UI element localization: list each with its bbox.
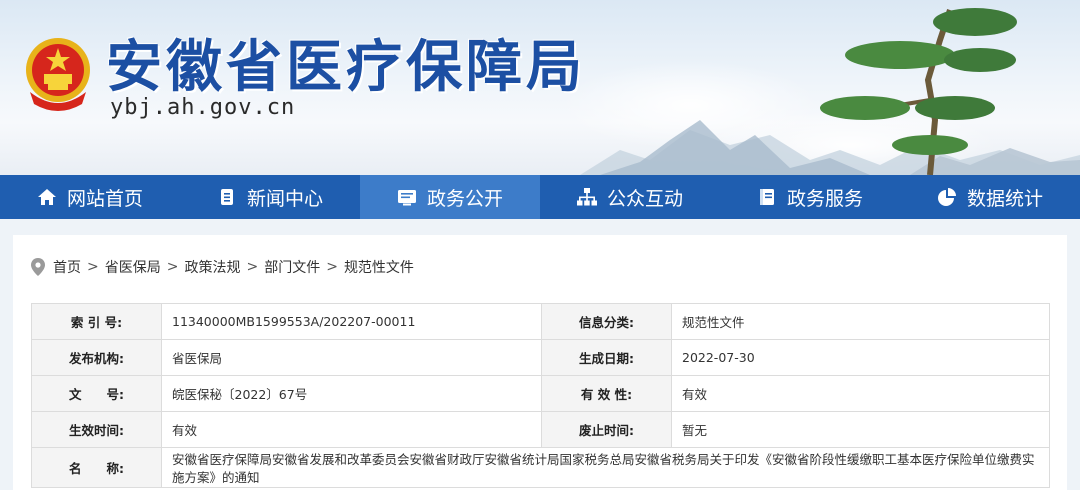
- doc-name-value: 安徽省医疗保障局安徽省发展和改革委员会安徽省财政厅安徽省统计局国家税务总局安徽省…: [161, 447, 1050, 488]
- document-metadata-table: 索 引 号: 11340000MB1599553A/202207-00011 信…: [31, 303, 1050, 488]
- nav-item-label: 数据统计: [966, 187, 1043, 210]
- nav-item-interaction[interactable]: 公众互动: [540, 175, 720, 219]
- nav-item-label: 政务服务: [786, 187, 863, 210]
- metadata-row: 索 引 号: 11340000MB1599553A/202207-00011 信…: [31, 303, 1050, 340]
- metadata-row: 生效时间: 有效 废止时间: 暂无: [31, 411, 1050, 448]
- breadcrumb-link-bureau[interactable]: 省医保局: [105, 257, 161, 277]
- index-number-value: 11340000MB1599553A/202207-00011: [161, 303, 542, 340]
- nav-item-label: 新闻中心: [246, 187, 323, 210]
- content-panel: 首页 > 省医保局 > 政策法规 > 部门文件 > 规范性文件 索 引 号: 1…: [13, 235, 1067, 490]
- pie-chart-icon: [937, 188, 956, 206]
- breadcrumb-separator: >: [87, 259, 99, 275]
- repeal-time-label: 废止时间:: [541, 411, 672, 448]
- repeal-time-value: 暂无: [671, 411, 1050, 448]
- effective-time-value: 有效: [161, 411, 542, 448]
- monitor-icon: [397, 190, 416, 206]
- nav-item-gov-affairs[interactable]: 政务公开: [360, 175, 540, 219]
- validity-value: 有效: [671, 375, 1050, 412]
- nav-item-home[interactable]: 网站首页: [0, 175, 180, 219]
- national-emblem-icon: [26, 38, 90, 111]
- breadcrumb-link-dept-files[interactable]: 部门文件: [264, 257, 320, 277]
- nav-item-label: 政务公开: [426, 187, 503, 210]
- created-date-value: 2022-07-30: [671, 339, 1050, 376]
- network-icon: [576, 188, 597, 206]
- index-number-label: 索 引 号:: [31, 303, 162, 340]
- metadata-row: 名 称: 安徽省医疗保障局安徽省发展和改革委员会安徽省财政厅安徽省统计局国家税务…: [31, 447, 1050, 488]
- breadcrumb-link-normative[interactable]: 规范性文件: [344, 257, 414, 277]
- category-value: 规范性文件: [671, 303, 1050, 340]
- validity-label: 有 效 性:: [541, 375, 672, 412]
- nav-item-label: 网站首页: [66, 187, 143, 210]
- header-banner: 安徽省医疗保障局 ybj.ah.gov.cn: [0, 0, 1080, 175]
- breadcrumb-separator: >: [326, 259, 338, 275]
- publisher-label: 发布机构:: [31, 339, 162, 376]
- location-pin-icon: [31, 258, 45, 276]
- nav-item-services[interactable]: 政务服务: [720, 175, 900, 219]
- publisher-value: 省医保局: [161, 339, 542, 376]
- category-label: 信息分类:: [541, 303, 672, 340]
- metadata-row: 文 号: 皖医保秘〔2022〕67号 有 效 性: 有效: [31, 375, 1050, 412]
- site-domain: ybj.ah.gov.cn: [110, 95, 296, 120]
- pine-tree-image: [820, 8, 1017, 175]
- book-icon: [759, 189, 774, 205]
- created-date-label: 生成日期:: [541, 339, 672, 376]
- nav-item-label: 公众互动: [606, 187, 683, 210]
- main-nav: 网站首页 新闻中心 政务公开 公众互动 政务服务 数据统计: [0, 175, 1080, 219]
- doc-number-label: 文 号:: [31, 375, 162, 412]
- nav-item-news[interactable]: 新闻中心: [180, 175, 360, 219]
- breadcrumb-separator: >: [166, 259, 179, 275]
- breadcrumb: 首页 > 省医保局 > 政策法规 > 部门文件 > 规范性文件: [31, 257, 414, 277]
- nav-item-statistics[interactable]: 数据统计: [900, 175, 1080, 219]
- site-title: 安徽省医疗保障局: [106, 35, 586, 100]
- doc-name-label: 名 称:: [31, 447, 162, 488]
- document-icon: [220, 189, 233, 205]
- home-icon: [37, 189, 56, 205]
- breadcrumb-link-policy[interactable]: 政策法规: [184, 257, 240, 277]
- effective-time-label: 生效时间:: [31, 411, 162, 448]
- metadata-row: 发布机构: 省医保局 生成日期: 2022-07-30: [31, 339, 1050, 376]
- breadcrumb-separator: >: [246, 259, 259, 275]
- doc-number-value: 皖医保秘〔2022〕67号: [161, 375, 542, 412]
- breadcrumb-link-home[interactable]: 首页: [53, 257, 81, 277]
